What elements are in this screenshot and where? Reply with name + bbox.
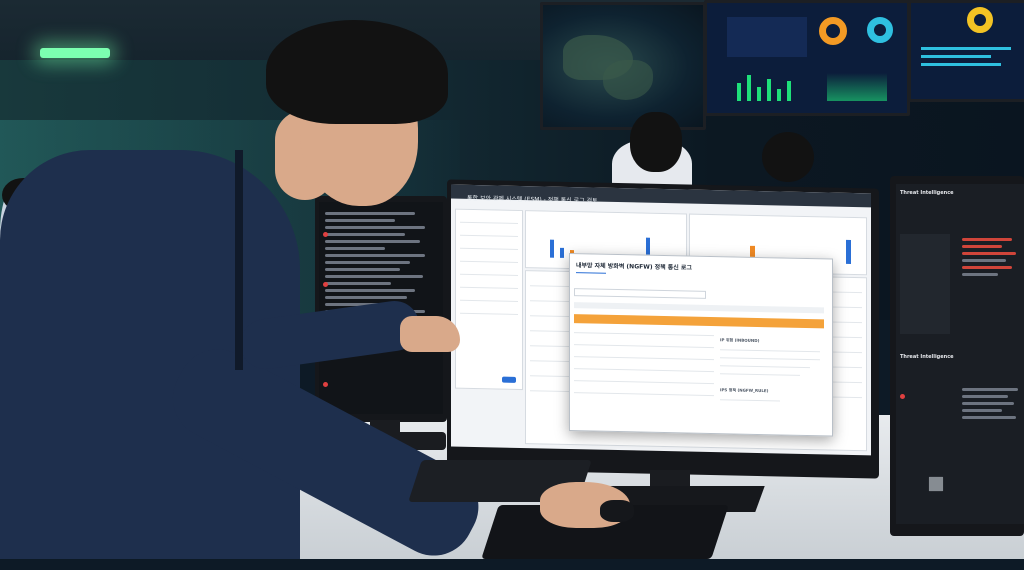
- progress-line: [921, 55, 991, 58]
- feed-item[interactable]: [962, 402, 1014, 405]
- detail-line: [720, 365, 810, 369]
- modal-row[interactable]: [574, 356, 714, 361]
- bar: [767, 79, 771, 101]
- mouse[interactable]: [600, 500, 634, 522]
- log-line: [325, 226, 425, 229]
- log-line: [325, 261, 410, 264]
- log-line: [325, 219, 395, 222]
- background-person-head: [630, 112, 682, 172]
- filter-row: [460, 312, 518, 315]
- person-hand-pointing: [400, 316, 460, 352]
- alert-dot: [323, 232, 328, 237]
- detail-line: [720, 373, 800, 376]
- alert-dot: [323, 282, 328, 287]
- bar: [787, 81, 791, 101]
- threat-feed: [956, 384, 1020, 504]
- log-line: [325, 289, 415, 292]
- search-button[interactable]: [502, 376, 516, 383]
- dashboard-panel: [727, 17, 807, 57]
- threat-item[interactable]: [962, 266, 1012, 269]
- feed-item[interactable]: [962, 395, 1008, 398]
- modal-filter-select[interactable]: [574, 288, 706, 299]
- threat-item[interactable]: [962, 259, 1006, 262]
- threat-section: Threat Intelligence: [900, 354, 954, 360]
- lanyard: [235, 150, 243, 370]
- modal-title: 내부망 자체 방화벽 (NGFW) 정책 통신 로그: [576, 262, 692, 272]
- right-monitor: Threat Intelligence Threat Intelligence: [890, 176, 1024, 536]
- background-person-head: [762, 132, 814, 182]
- bar: [747, 75, 751, 101]
- log-line: [325, 275, 423, 278]
- alert-dot: [323, 382, 328, 387]
- filter-panel: [455, 208, 523, 391]
- sparkle-icon: [922, 470, 950, 498]
- gauge-chart: [967, 7, 993, 33]
- progress-line: [921, 47, 1011, 50]
- threat-item[interactable]: [962, 252, 1016, 255]
- detail-line: [720, 399, 780, 402]
- filter-row: [460, 221, 518, 224]
- bar: [777, 89, 781, 101]
- log-line: [325, 254, 425, 257]
- chart-bar: [846, 239, 851, 264]
- chart-bar: [560, 247, 564, 258]
- threat-item[interactable]: [962, 245, 1002, 248]
- donut-chart: [819, 17, 847, 45]
- feed-item[interactable]: [962, 416, 1016, 419]
- donut-chart: [867, 17, 893, 43]
- ceiling-light: [40, 48, 110, 58]
- log-line: [325, 233, 405, 236]
- filter-row: [460, 299, 518, 302]
- feed-item[interactable]: [962, 388, 1018, 391]
- filter-row: [460, 260, 518, 263]
- threat-list: [956, 234, 1020, 334]
- bar: [737, 83, 741, 101]
- detail-line: [720, 349, 820, 353]
- wall-screen-dashboard: [704, 0, 910, 116]
- wall-screen-dashboard-2: [908, 0, 1024, 102]
- modal-row[interactable]: [574, 332, 714, 337]
- modal-tab-underline: [576, 272, 606, 274]
- threat-item[interactable]: [962, 273, 998, 276]
- log-line: [325, 240, 420, 243]
- bar: [757, 87, 761, 101]
- modal-row[interactable]: [574, 368, 714, 373]
- modal-table-header: [574, 302, 824, 314]
- legend-dot: [900, 394, 905, 399]
- area-chart: [827, 73, 887, 101]
- right-monitor-screen: Threat Intelligence Threat Intelligence: [896, 184, 1024, 524]
- log-detail-modal: 내부망 자체 방화벽 (NGFW) 정책 통신 로그 IP 위험 (INBOUN…: [569, 253, 833, 437]
- app-titlebar: 통합 보안 관제 시스템 (ESM) - 정책 통신 로그 검토: [451, 184, 871, 208]
- filter-row: [460, 234, 518, 237]
- threat-legend: [900, 384, 950, 444]
- log-line: [325, 296, 407, 299]
- log-line: [325, 268, 400, 271]
- filter-row: [460, 286, 518, 289]
- person-hair: [266, 20, 448, 124]
- progress-line: [921, 63, 1001, 66]
- threat-item[interactable]: [962, 238, 1012, 241]
- main-monitor: 통합 보안 관제 시스템 (ESM) - 정책 통신 로그 검토 내부망 자체 …: [447, 179, 879, 479]
- modal-row[interactable]: [574, 380, 714, 385]
- threat-sidebar: [900, 234, 950, 334]
- map-landmass: [603, 60, 653, 100]
- wall-screen-map: [540, 2, 706, 130]
- filter-row: [460, 247, 518, 250]
- chart-bar: [550, 239, 554, 258]
- highlighted-row[interactable]: [574, 314, 824, 329]
- modal-section-label: IPS 정책 (NGFW_RULE): [720, 387, 769, 394]
- modal-row[interactable]: [574, 392, 714, 397]
- modal-section-label: IP 위험 (INBOUND): [720, 337, 760, 344]
- feed-item[interactable]: [962, 409, 1002, 412]
- app-title: 통합 보안 관제 시스템 (ESM) - 정책 통신 로그 검토: [467, 194, 598, 205]
- log-line: [325, 282, 391, 285]
- filter-row: [460, 273, 518, 276]
- detail-line: [720, 357, 820, 361]
- modal-row[interactable]: [574, 344, 714, 349]
- log-line: [325, 247, 385, 250]
- main-screen: 통합 보안 관제 시스템 (ESM) - 정책 통신 로그 검토 내부망 자체 …: [451, 184, 871, 456]
- threat-header: Threat Intelligence: [900, 190, 954, 196]
- log-line: [325, 212, 415, 215]
